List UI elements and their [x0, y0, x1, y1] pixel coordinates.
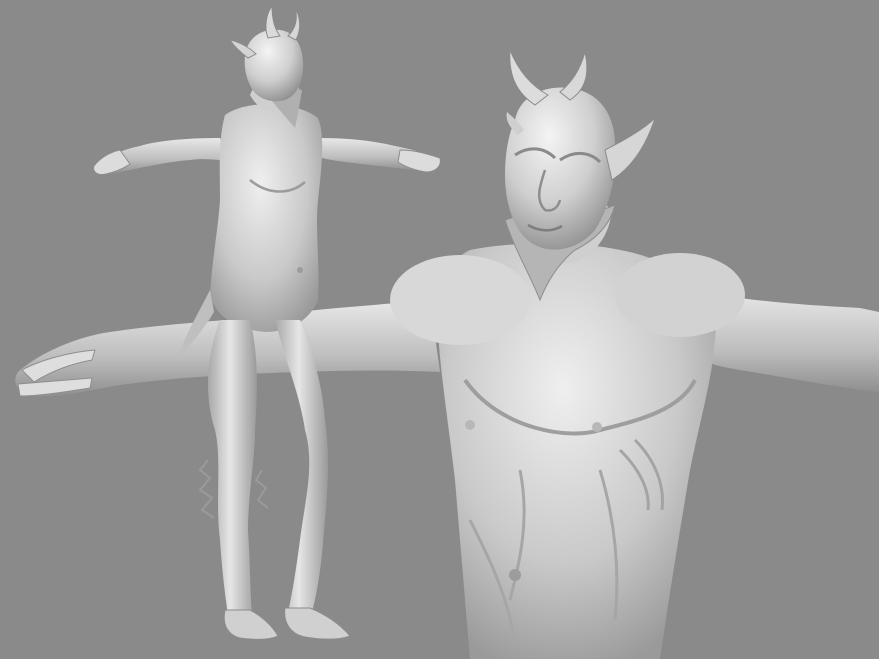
figure-head — [244, 29, 304, 102]
bust-right-shoulder — [615, 253, 745, 337]
figure-torso — [210, 104, 323, 332]
figure-left-leg — [208, 320, 257, 615]
bust-left-shoulder — [390, 255, 530, 345]
render-viewport — [0, 0, 879, 659]
figure-left-horn-icon — [265, 4, 281, 39]
bust-closeup-sculpt — [15, 49, 879, 659]
figure-navel — [297, 267, 303, 273]
sculpt-render — [15, 4, 879, 659]
bust-right-nipple — [592, 422, 602, 432]
bust-left-horn-icon — [509, 49, 549, 106]
figure-left-hoof-icon — [223, 609, 279, 640]
bust-navel — [509, 569, 521, 581]
figure-right-horn-icon — [287, 7, 301, 41]
figure-right-hoof-icon — [284, 607, 351, 640]
bust-left-nipple — [465, 420, 475, 430]
